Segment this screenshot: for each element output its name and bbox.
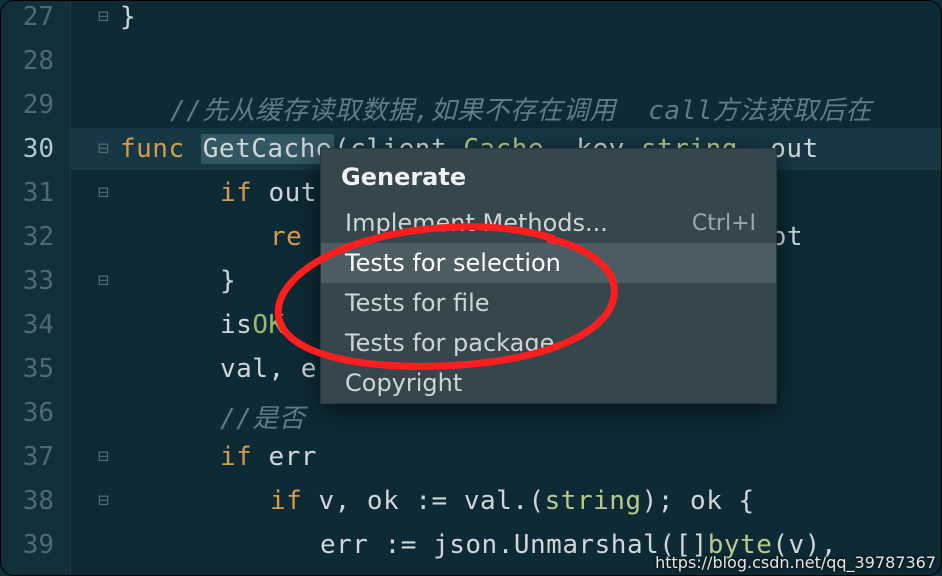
gutter: 27 28 29 30 31 32 33 34 35 36 37 38 39 <box>0 0 71 576</box>
popup-item-tests-for-selection[interactable]: Tests for selection <box>321 243 776 283</box>
popup-item-label: Implement Methods... <box>345 209 608 237</box>
code-line[interactable]: } <box>220 266 236 296</box>
popup-item-implement-methods[interactable]: Implement Methods... Ctrl+I <box>321 203 776 243</box>
line-number: 36 <box>0 398 54 428</box>
popup-title: Generate <box>321 149 776 203</box>
line-number: 30 <box>0 134 54 164</box>
line-number: 38 <box>0 486 54 516</box>
popup-item-label: Tests for file <box>345 289 490 317</box>
code-editor[interactable]: 27 28 29 30 31 32 33 34 35 36 37 38 39 } //先从缓存读取数据,如… <box>0 0 942 576</box>
popup-item-label: Tests for package <box>345 329 554 357</box>
popup-item-tests-for-package[interactable]: Tests for package <box>321 323 776 363</box>
line-number: 34 <box>0 310 54 340</box>
watermark: https://blog.csdn.net/qq_39787367 <box>655 553 936 572</box>
fold-toggle-icon[interactable]: ⊟ <box>98 446 109 467</box>
popup-item-tests-for-file[interactable]: Tests for file <box>321 283 776 323</box>
line-number: 35 <box>0 354 54 384</box>
line-number: 37 <box>0 442 54 472</box>
code-line[interactable]: val, e <box>220 354 317 384</box>
fold-toggle-icon[interactable]: ⊟ <box>98 6 109 27</box>
popup-item-copyright[interactable]: Copyright <box>321 363 776 403</box>
code-line[interactable]: if err <box>220 442 317 472</box>
line-number: 31 <box>0 178 54 208</box>
line-number: 28 <box>0 46 54 76</box>
code-line[interactable]: if out <box>220 178 317 208</box>
code-line[interactable]: } <box>120 2 136 32</box>
code-line[interactable]: isOK : <box>220 310 333 340</box>
code-line[interactable]: if v, ok := val.(string); ok { <box>270 486 755 516</box>
fold-toggle-icon[interactable]: ⊟ <box>98 490 109 511</box>
generate-popup: Generate Implement Methods... Ctrl+I Tests… <box>320 148 777 404</box>
popup-item-label: Copyright <box>345 369 462 397</box>
code-line[interactable]: //是否 <box>220 398 305 435</box>
code-line[interactable]: //先从缓存读取数据,如果不存在调用 call方法获取后在 <box>170 90 872 127</box>
line-number: 39 <box>0 530 54 560</box>
popup-item-shortcut: Ctrl+I <box>692 211 756 236</box>
line-number: 27 <box>0 2 54 32</box>
fold-toggle-icon[interactable]: ⊟ <box>98 182 109 203</box>
fold-toggle-icon[interactable]: ⊟ <box>98 270 109 291</box>
line-number: 33 <box>0 266 54 296</box>
fold-toggle-icon[interactable]: ⊟ <box>98 138 109 159</box>
line-number: 32 <box>0 222 54 252</box>
line-number: 29 <box>0 90 54 120</box>
popup-item-label: Tests for selection <box>345 249 561 277</box>
